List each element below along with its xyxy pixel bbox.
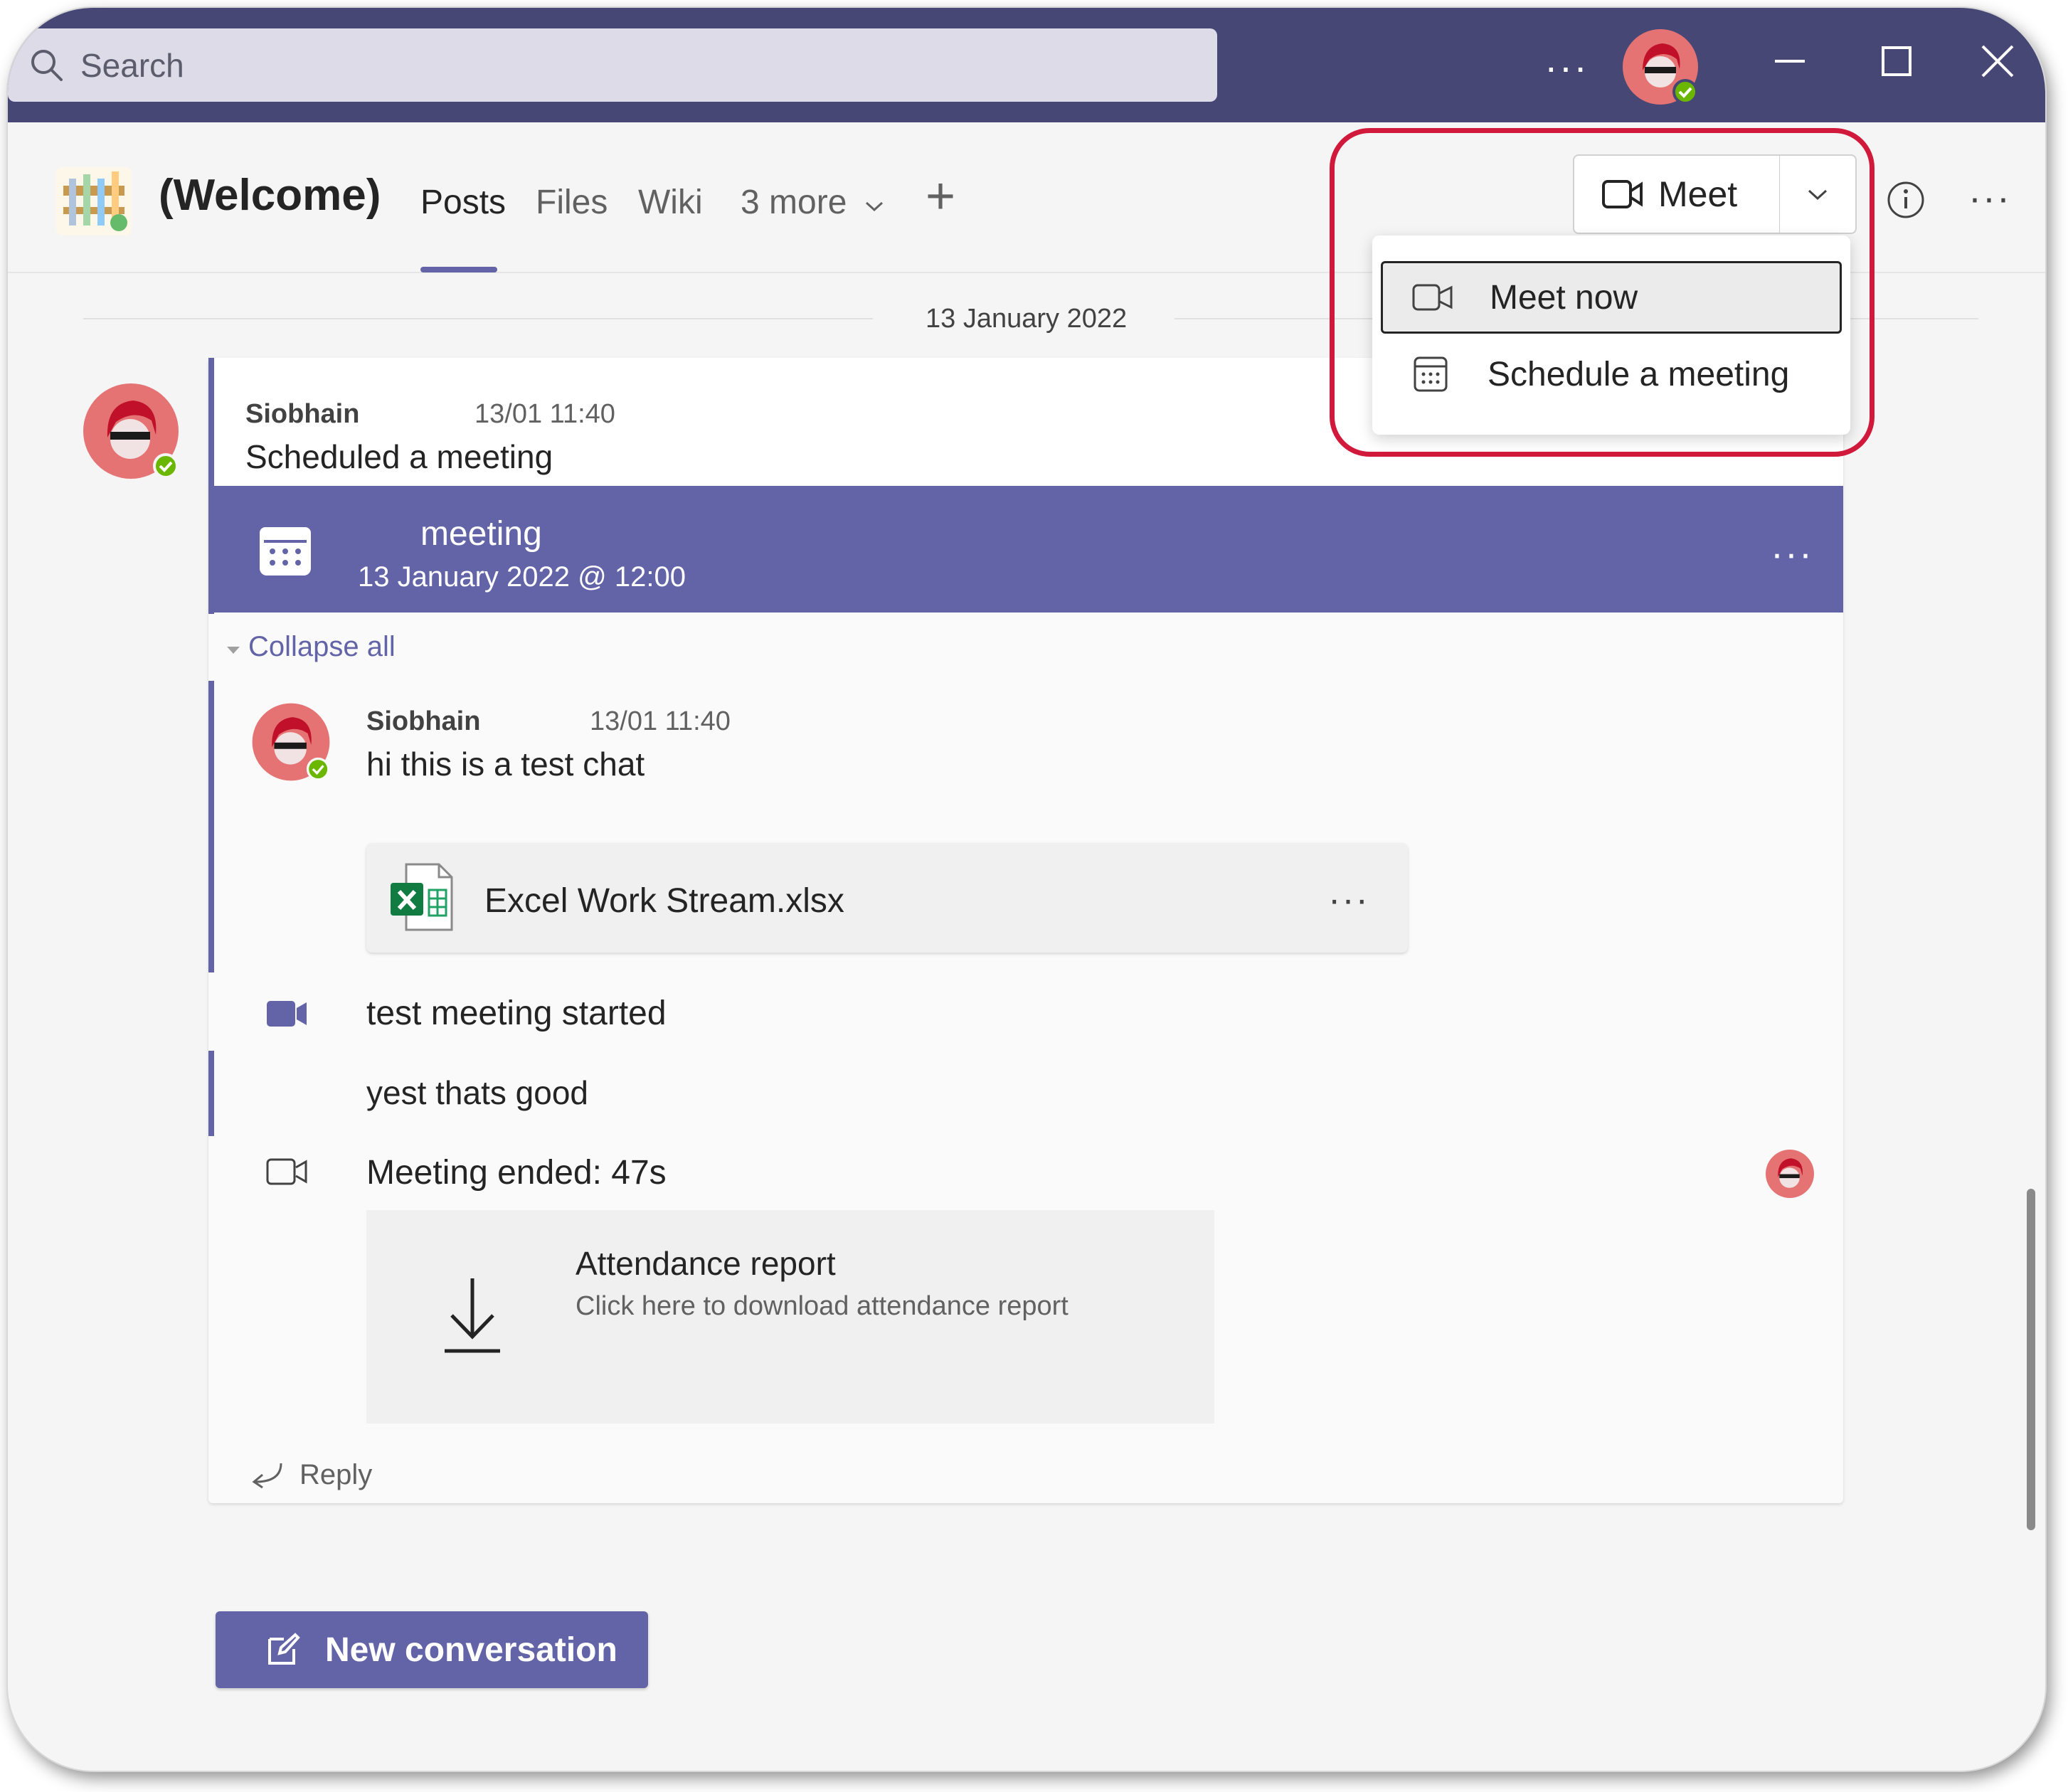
- reply-label: Reply: [299, 1459, 373, 1490]
- active-tab-indicator: [420, 267, 497, 272]
- thread-accent-bar: [208, 1051, 214, 1136]
- new-conversation-button[interactable]: New conversation: [216, 1611, 648, 1688]
- message-text: yest thats good: [366, 1074, 588, 1111]
- video-camera-icon: [267, 1001, 307, 1027]
- chevron-down-icon: [865, 201, 883, 212]
- avatar[interactable]: [82, 382, 180, 480]
- tab-wiki[interactable]: Wiki: [638, 183, 703, 222]
- teams-window: Search ··· (Welcome) Posts Files Wiki 3 …: [8, 8, 2045, 1771]
- attendance-report-title: Attendance report: [576, 1245, 836, 1282]
- maximize-icon[interactable]: [1872, 36, 1921, 86]
- excel-file-icon: [391, 863, 453, 931]
- compose-icon: [268, 1633, 300, 1665]
- collapse-all-link[interactable]: Collapse all: [226, 631, 396, 663]
- attendance-report-subtitle: Click here to download attendance report: [576, 1291, 1069, 1321]
- post-accent-bar: [208, 358, 214, 614]
- triangle-down-icon: [227, 647, 240, 654]
- team-logo-icon: [56, 167, 132, 235]
- tab-more-label: 3 more: [741, 184, 847, 221]
- meeting-more-icon[interactable]: ···: [1771, 531, 1813, 576]
- date-divider: 13 January 2022: [926, 304, 1128, 334]
- meeting-started-text: test meeting started: [366, 995, 667, 1032]
- close-icon[interactable]: [1973, 36, 2022, 86]
- participant-avatar[interactable]: [1765, 1149, 1815, 1199]
- author-name: Siobhain: [366, 706, 481, 736]
- thread-accent-bar: [208, 681, 214, 972]
- meeting-date: 13 January 2022 @ 12:00: [358, 561, 686, 593]
- channel-title: (Welcome): [159, 171, 381, 220]
- search-input[interactable]: Search: [8, 28, 1217, 102]
- info-icon[interactable]: [1886, 180, 1926, 220]
- post-text: Scheduled a meeting: [245, 438, 553, 475]
- minimize-icon[interactable]: [1765, 36, 1815, 86]
- calendar-icon: [260, 527, 311, 576]
- message-text: hi this is a test chat: [366, 746, 645, 783]
- avatar[interactable]: [251, 702, 331, 782]
- timestamp: 13/01 11:40: [590, 706, 731, 736]
- timestamp: 13/01 11:40: [474, 399, 615, 429]
- file-more-icon[interactable]: ···: [1328, 879, 1369, 921]
- tab-posts[interactable]: Posts: [420, 183, 506, 222]
- file-name: Excel Work Stream.xlsx: [484, 882, 844, 920]
- tab-files[interactable]: Files: [536, 183, 608, 222]
- search-icon: [31, 49, 63, 81]
- collapse-all-label: Collapse all: [248, 631, 396, 662]
- tab-more[interactable]: 3 more: [741, 183, 885, 222]
- meeting-ended-text: Meeting ended: 47s: [366, 1154, 667, 1192]
- scrollbar[interactable]: [2027, 1189, 2035, 1530]
- highlight-annotation: [1330, 128, 1875, 457]
- new-conversation-label: New conversation: [325, 1631, 617, 1669]
- user-avatar[interactable]: [1621, 28, 1700, 106]
- divider: [83, 318, 873, 319]
- reply-icon: [252, 1463, 282, 1489]
- video-camera-outline-icon: [266, 1158, 307, 1185]
- reply-button[interactable]: Reply: [252, 1459, 373, 1491]
- add-tab-icon[interactable]: +: [926, 167, 955, 226]
- search-placeholder: Search: [80, 46, 184, 84]
- meeting-title: meeting: [420, 515, 542, 553]
- channel-more-icon[interactable]: ···: [1968, 176, 2011, 220]
- more-options-icon[interactable]: ···: [1544, 43, 1589, 90]
- title-bar: Search ···: [8, 8, 2045, 122]
- download-icon: [445, 1278, 500, 1353]
- author-name: Siobhain: [245, 399, 360, 429]
